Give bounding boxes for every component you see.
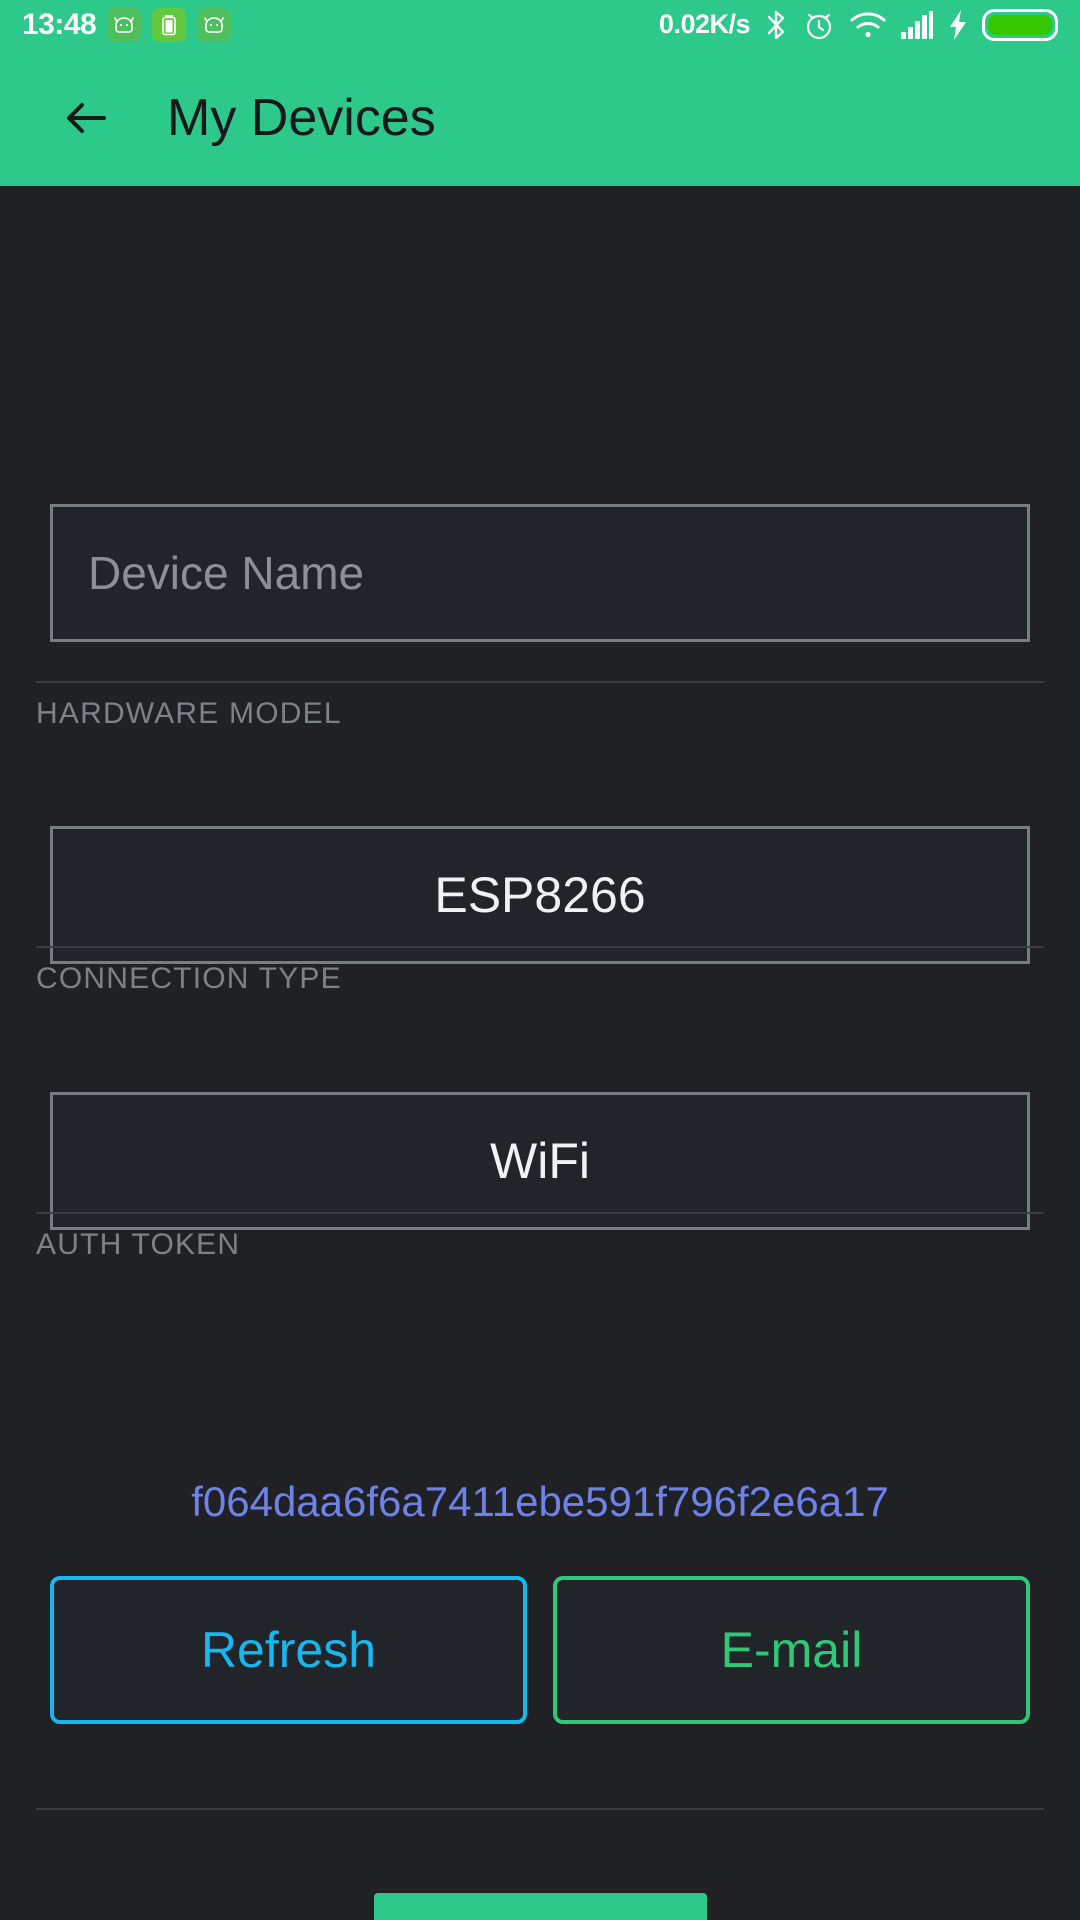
connection-type-select[interactable]: WiFi	[50, 1092, 1030, 1230]
section-divider	[36, 946, 1044, 948]
wifi-icon	[849, 10, 887, 40]
back-button[interactable]	[48, 80, 124, 156]
refresh-token-button[interactable]: Refresh	[50, 1576, 527, 1724]
battery-notification-icon	[152, 7, 187, 42]
page-title: My Devices	[167, 88, 436, 147]
app-bar: My Devices	[0, 49, 1080, 186]
bluetooth-icon	[763, 8, 789, 42]
auth-token-section: AUTH TOKEN	[36, 1212, 1044, 1262]
auth-token-value[interactable]: f064daa6f6a7411ebe591f796f2e6a17	[0, 1478, 1080, 1526]
status-bar-clock: 13:48	[22, 7, 97, 41]
hardware-model-value: ESP8266	[434, 867, 646, 923]
section-divider	[36, 681, 1044, 683]
cellular-signal-icon	[900, 10, 934, 40]
footer-divider	[36, 1808, 1044, 1810]
hardware-model-section: HARDWARE MODEL	[36, 681, 1044, 731]
android-head-icon	[197, 7, 232, 42]
status-bar: 13:48 0.02K/s	[0, 0, 1080, 49]
device-name-input[interactable]: Device Name	[50, 504, 1030, 642]
device-form: Device Name HARDWARE MODEL ESP8266 CONNE…	[0, 186, 1080, 1920]
network-speed-label: 0.02K/s	[658, 9, 751, 39]
arrow-left-icon	[67, 102, 106, 133]
token-action-buttons: Refresh E-mail	[50, 1576, 1030, 1724]
status-bar-left: 13:48	[22, 7, 232, 42]
connection-type-label: CONNECTION TYPE	[36, 962, 342, 995]
charging-bolt-icon	[947, 9, 969, 41]
hardware-model-select[interactable]: ESP8266	[50, 826, 1030, 964]
hardware-model-label: HARDWARE MODEL	[36, 697, 342, 730]
create-button[interactable]: Create	[374, 1893, 707, 1920]
section-divider	[36, 1212, 1044, 1214]
device-name-placeholder: Device Name	[88, 547, 365, 599]
auth-token-label: AUTH TOKEN	[36, 1228, 241, 1261]
alarm-clock-icon	[802, 8, 836, 42]
status-bar-right: 0.02K/s	[659, 8, 1058, 42]
connection-type-value: WiFi	[490, 1133, 590, 1189]
android-head-icon	[107, 7, 142, 42]
email-token-button[interactable]: E-mail	[553, 1576, 1030, 1724]
battery-icon	[982, 8, 1058, 41]
connection-type-section: CONNECTION TYPE	[36, 946, 1044, 996]
